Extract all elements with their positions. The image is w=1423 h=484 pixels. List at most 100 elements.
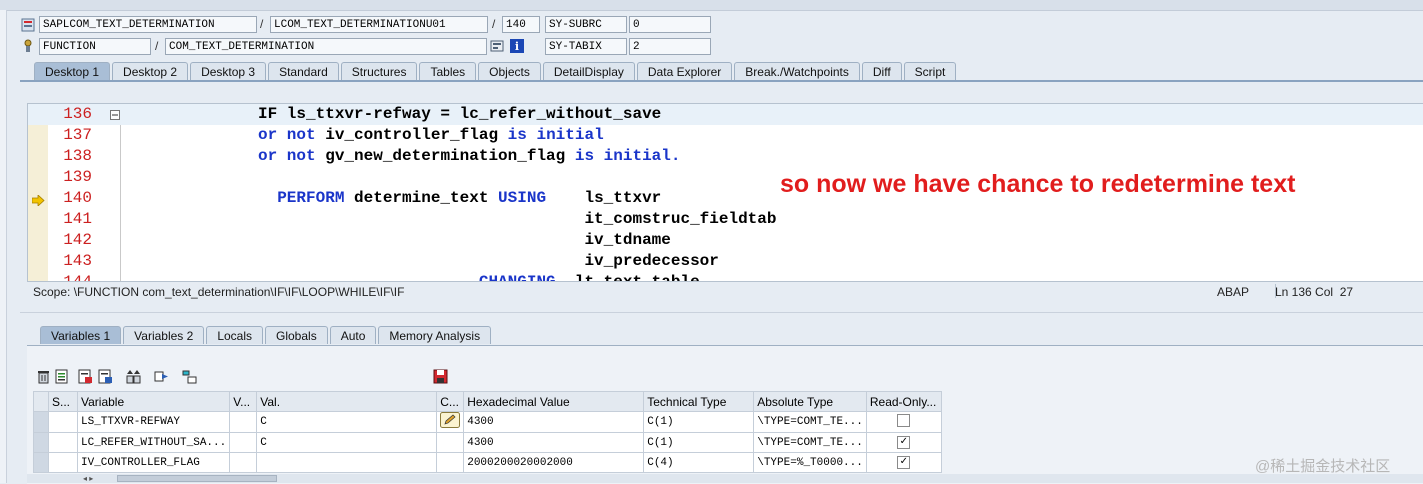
column-header[interactable]: Technical Type [643, 391, 755, 412]
value-cell [256, 452, 438, 473]
tab-variables-2[interactable]: Variables 2 [123, 326, 205, 344]
read-only-cell: ✓ [865, 452, 942, 473]
variables-icon[interactable] [55, 369, 70, 384]
tab-script[interactable]: Script [903, 62, 957, 80]
line-number: 136 [63, 105, 92, 123]
sysvar-field-2[interactable]: SY-TABIX [545, 38, 627, 55]
cursor-position: Ln 136 Col 27 [1275, 285, 1354, 299]
column-header[interactable]: Hexadecimal Value [463, 391, 645, 412]
tab-break-watchpoints[interactable]: Break./Watchpoints [734, 62, 860, 80]
tab-divider [20, 80, 1423, 82]
code-line[interactable]: 143 iv_predecessor [28, 251, 1423, 272]
code-line[interactable]: 138 or not gv_new_determination_flag is i… [28, 146, 1423, 167]
column-header[interactable]: Variable [76, 391, 231, 412]
left-edge [0, 10, 7, 483]
line-field[interactable]: 140 [502, 16, 540, 33]
tab-desktop-1[interactable]: Desktop 1 [34, 62, 111, 80]
code-line[interactable]: 142 iv_tdname [28, 230, 1423, 251]
code-text: CHANGING lt_text_table [258, 273, 700, 282]
row-selector[interactable] [33, 432, 49, 453]
v-cell [229, 411, 258, 433]
tab-desktop-3[interactable]: Desktop 3 [190, 62, 267, 80]
tab-data-explorer[interactable]: Data Explorer [636, 62, 733, 80]
row-selector[interactable] [33, 411, 49, 433]
language-text: ABAP [1217, 285, 1250, 299]
code-line[interactable]: 136 IF ls_ttxvr-refway = lc_refer_without… [28, 104, 1423, 125]
code-text: IF ls_ttxvr-refway = lc_refer_without_sa… [258, 105, 662, 123]
line-number: 141 [63, 210, 92, 228]
watermark-text: @稀土掘金技术社区 [1255, 458, 1391, 475]
tab-diff[interactable]: Diff [861, 62, 902, 80]
type-field[interactable]: FUNCTION [39, 38, 151, 55]
tab-globals[interactable]: Globals [265, 326, 328, 344]
sysvar-field-1[interactable]: SY-SUBRC [545, 16, 627, 33]
table-row[interactable]: LS_TTXVR-REFWAY C 4300 C(1) \TYPE=COMT_TE... [33, 411, 942, 433]
column-header[interactable]: Absolute Type [753, 391, 867, 412]
desktop-tabbar: Desktop 1 Desktop 2 Desktop 3 Standard Struc… [34, 62, 958, 80]
row-selector[interactable] [33, 452, 49, 473]
column-header[interactable]: Read-Only... [865, 391, 942, 412]
code-text: or not gv_new_determination_flag is init… [258, 147, 681, 165]
sysval-field-1[interactable]: 0 [629, 16, 711, 33]
save-icon[interactable] [433, 369, 448, 384]
tab-memory-analysis[interactable]: Memory Analysis [378, 326, 492, 344]
delete-icon[interactable] [36, 369, 51, 384]
column-header[interactable]: Val. [256, 391, 438, 412]
scroll-arrows[interactable]: ◂ ▸ [83, 474, 103, 483]
line-number: 138 [63, 147, 92, 165]
scroll-thumb[interactable] [117, 475, 277, 482]
navigate-icon[interactable] [154, 369, 169, 384]
v-cell [229, 432, 258, 453]
change-cell[interactable] [436, 411, 465, 433]
scope-text: Scope: \FUNCTION com_text_determination\… [33, 285, 405, 299]
separator: / [492, 17, 496, 31]
code-text: or not iv_controller_flag is initial [258, 126, 604, 144]
variables-table[interactable]: S... Variable V... Val. C... Hexadecimal… [33, 391, 942, 473]
separator: / [260, 17, 264, 31]
svg-text:i: i [515, 40, 519, 53]
technical-type-cell: C(1) [643, 432, 755, 453]
status-line: Scope: \FUNCTION com_text_determination\… [27, 282, 1423, 302]
include-field[interactable]: LCOM_TEXT_DETERMINATIONU01 [270, 16, 488, 33]
list-save-icon[interactable] [78, 369, 93, 384]
column-header[interactable]: C... [436, 391, 465, 412]
tab-auto[interactable]: Auto [329, 326, 377, 344]
edit-pencil-icon[interactable] [440, 412, 461, 428]
program-field[interactable]: SAPLCOM_TEXT_DETERMINATION [39, 16, 257, 33]
status-cell [48, 411, 78, 433]
section-divider [20, 312, 1423, 313]
tab-desktop-2[interactable]: Desktop 2 [112, 62, 189, 80]
code-line[interactable]: 144 CHANGING lt_text_table [28, 272, 1423, 282]
annotation-text: so now we have chance to redetermine tex… [780, 170, 1296, 198]
name-field[interactable]: COM_TEXT_DETERMINATION [165, 38, 487, 55]
line-number: 139 [63, 168, 92, 186]
row-selector-header[interactable] [33, 391, 49, 412]
code-text: iv_tdname [258, 231, 671, 249]
tab-structures[interactable]: Structures [340, 62, 418, 80]
list-load-icon[interactable] [98, 369, 113, 384]
hex-value-cell: 4300 [463, 411, 645, 433]
column-header[interactable]: S... [48, 391, 78, 412]
tab-objects[interactable]: Objects [478, 62, 541, 80]
tab-detaildisplay[interactable]: DetailDisplay [542, 62, 635, 80]
info-icon[interactable]: i [510, 39, 524, 53]
column-header[interactable]: V... [229, 391, 258, 412]
tab-variables-1[interactable]: Variables 1 [40, 326, 122, 344]
code-line[interactable]: 141 it_comstruc_fieldtab [28, 209, 1423, 230]
horizontal-scrollbar[interactable]: ◂ ▸ [27, 474, 1423, 483]
display-icon[interactable] [490, 39, 504, 53]
tab-tables[interactable]: Tables [419, 62, 477, 80]
sysval-field-2[interactable]: 2 [629, 38, 711, 55]
line-number: 140 [63, 189, 92, 207]
tab-standard[interactable]: Standard [268, 62, 339, 80]
expand-icon[interactable] [126, 369, 141, 384]
technical-type-cell: C(4) [643, 452, 755, 473]
tab-locals[interactable]: Locals [206, 326, 263, 344]
table-row[interactable]: IV_CONTROLLER_FLAG 2000200020002000 C(4) \T… [33, 452, 942, 473]
separator: / [155, 39, 159, 53]
variable-cell: LS_TTXVR-REFWAY [76, 411, 231, 433]
structure-icon[interactable] [182, 369, 197, 384]
table-row[interactable]: LC_REFER_WITHOUT_SA... C 4300 C(1) \TYPE=COM… [33, 432, 942, 453]
fold-collapse-icon[interactable] [110, 110, 120, 120]
code-line[interactable]: 137 or not iv_controller_flag is initial [28, 125, 1423, 146]
